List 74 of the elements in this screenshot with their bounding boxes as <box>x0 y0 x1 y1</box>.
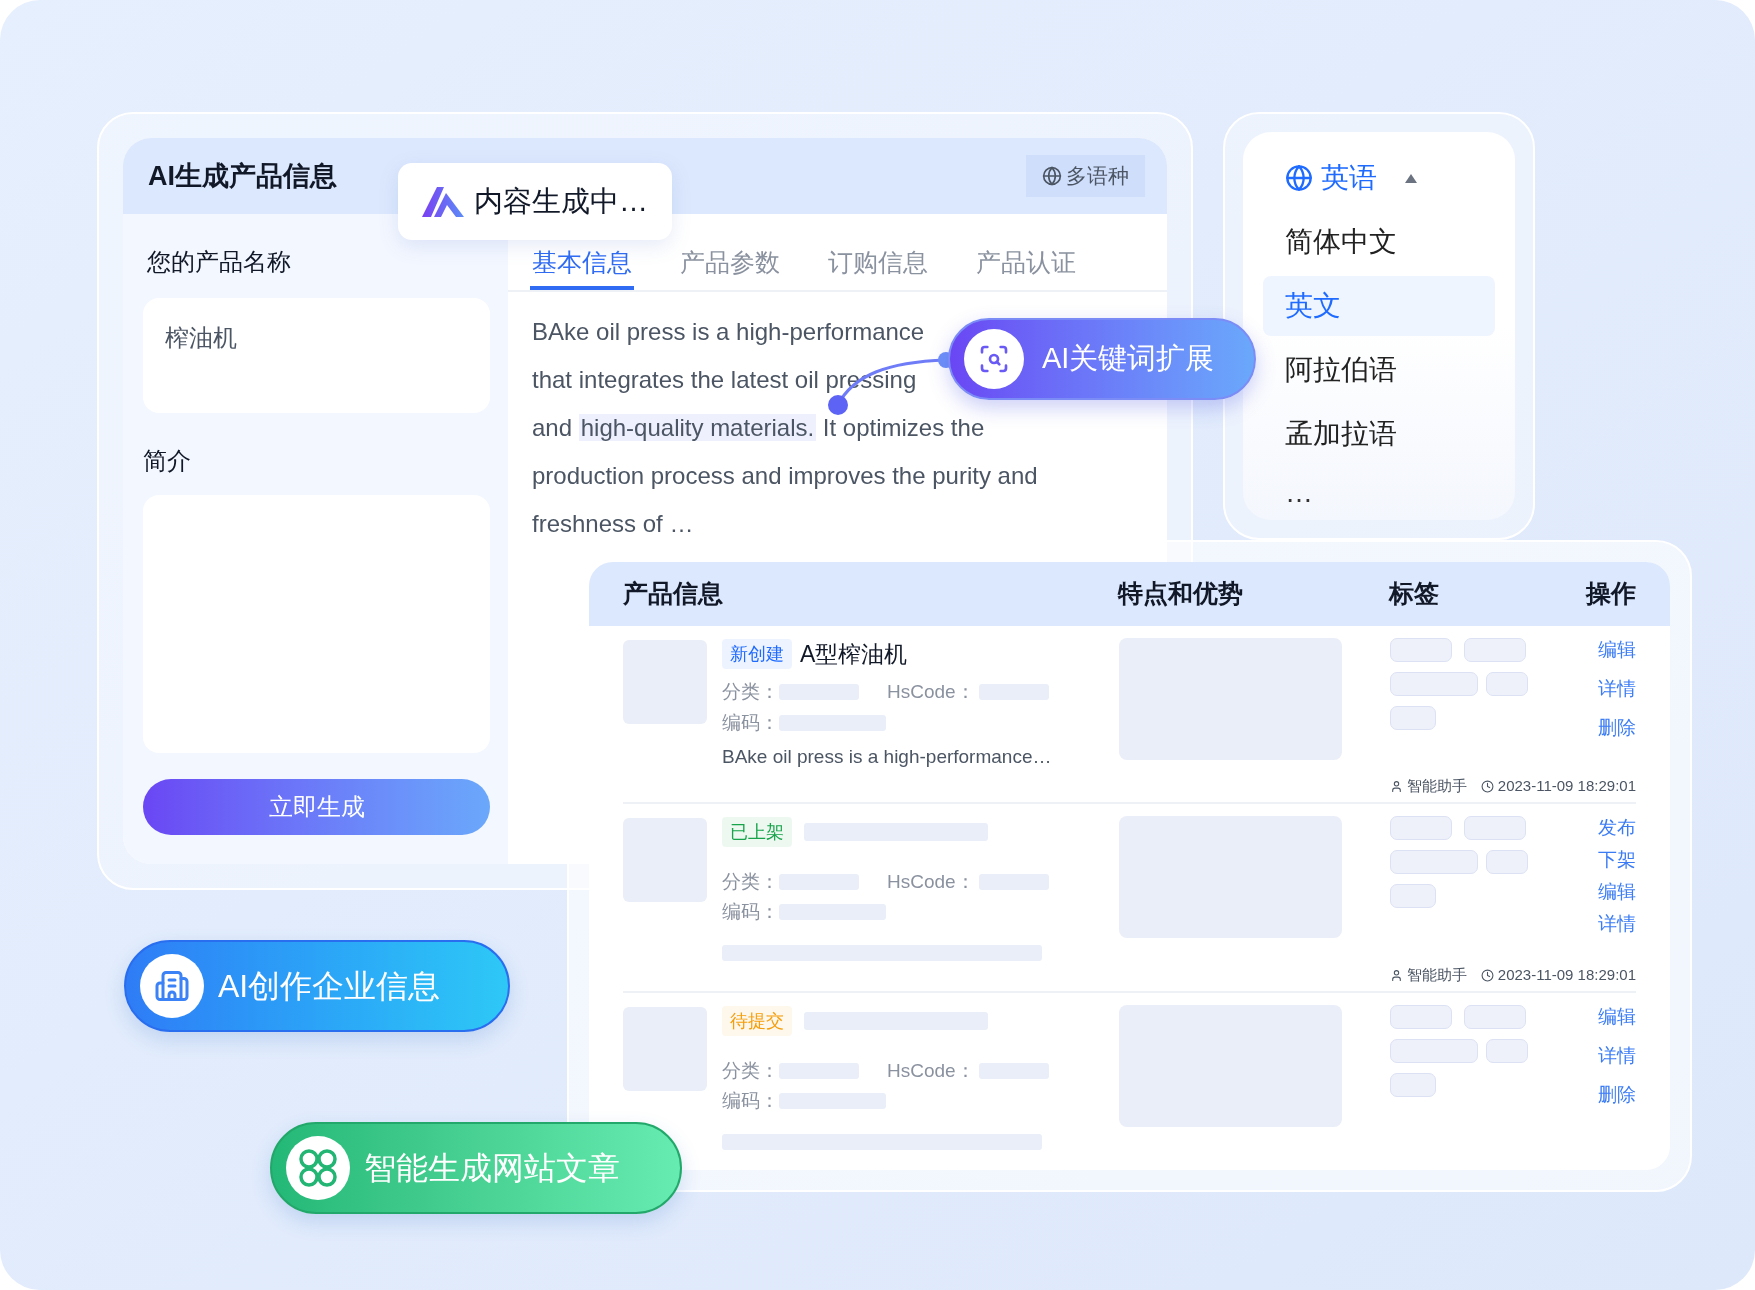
building-icon <box>140 954 204 1018</box>
more-indicator: … <box>1284 476 1314 510</box>
column-header: 标签 <box>1389 578 1440 610</box>
action-link[interactable]: 编辑 <box>1598 638 1636 662</box>
language-option[interactable]: 英文 <box>1263 276 1495 336</box>
tag-placeholder <box>1390 706 1436 730</box>
language-option[interactable]: 阿拉伯语 <box>1263 340 1495 400</box>
status-tag: 新创建 <box>722 639 792 669</box>
timestamp: 2023-11-09 18:29:01 <box>1497 776 1636 797</box>
field-label: 分类： <box>722 680 779 704</box>
field-label: 分类： <box>722 869 779 894</box>
keyword-badge[interactable]: AI关键词扩展 <box>948 318 1256 400</box>
status-tag: 已上架 <box>722 816 792 847</box>
tag-placeholder <box>1390 883 1436 908</box>
generate-button[interactable]: 立即生成 <box>143 779 490 835</box>
field-label: 简介 <box>143 446 192 476</box>
field-label: HsCode： <box>887 680 975 704</box>
tag-placeholder <box>1464 815 1526 840</box>
tag-placeholder <box>1464 638 1526 662</box>
language-button[interactable]: 多语种 <box>1026 155 1145 197</box>
tag-placeholder <box>1486 1038 1528 1063</box>
input-field[interactable]: 榨油机 <box>143 298 490 413</box>
clock-icon <box>1480 780 1494 793</box>
tab[interactable]: 订购信息 <box>826 244 930 290</box>
column-header: 特点和优势 <box>1118 578 1244 610</box>
search-icon <box>964 329 1024 389</box>
tab[interactable]: 基本信息 <box>530 244 634 290</box>
author-name: 智能助手 <box>1406 776 1467 797</box>
product-summary: BAke oil press is a high-performance… <box>722 745 1053 769</box>
column-header: 产品信息 <box>623 578 724 610</box>
clock-icon <box>1480 969 1494 982</box>
action-link[interactable]: 发布 <box>1598 815 1636 840</box>
current-language[interactable]: 英语 <box>1321 157 1377 199</box>
globe-icon <box>1042 166 1062 186</box>
tab[interactable]: 产品认证 <box>974 244 1078 290</box>
action-link[interactable]: 编辑 <box>1598 1004 1636 1029</box>
tag-placeholder <box>1390 815 1452 840</box>
field-label: 分类： <box>722 1058 779 1083</box>
user-icon <box>1389 780 1403 793</box>
panel-title: AI生成产品信息 <box>148 159 337 193</box>
caret-up-icon[interactable] <box>1405 173 1417 183</box>
globe-icon <box>1285 164 1313 192</box>
column-header: 操作 <box>1584 578 1636 610</box>
user-icon <box>1389 969 1403 982</box>
product-name: A型榨油机 <box>800 639 908 669</box>
clover-icon <box>286 1136 350 1200</box>
tag-placeholder <box>1390 638 1452 662</box>
language-option[interactable]: 简体中文 <box>1263 212 1495 272</box>
field-label: HsCode： <box>887 1058 975 1083</box>
field-label: HsCode： <box>887 869 975 894</box>
action-link[interactable]: 详情 <box>1598 1043 1636 1068</box>
status-tag: 待提交 <box>722 1005 792 1036</box>
tab[interactable]: 产品参数 <box>678 244 782 290</box>
logo-icon <box>422 186 464 217</box>
tag-placeholder <box>1486 849 1528 874</box>
tag-placeholder <box>1390 1004 1452 1029</box>
action-link[interactable]: 删除 <box>1598 716 1636 740</box>
action-link[interactable]: 编辑 <box>1598 879 1636 904</box>
feature-pill[interactable]: AI创作企业信息 <box>124 940 510 1032</box>
action-link[interactable]: 下架 <box>1598 847 1636 872</box>
field-label: 您的产品名称 <box>147 247 292 277</box>
action-link[interactable]: 详情 <box>1598 911 1636 936</box>
tag-placeholder <box>1390 1072 1436 1097</box>
language-option[interactable]: 孟加拉语 <box>1263 404 1495 464</box>
tag-placeholder <box>1464 1004 1526 1029</box>
action-link[interactable]: 详情 <box>1598 677 1636 701</box>
timestamp: 2023-11-09 18:29:01 <box>1497 965 1636 986</box>
tag-placeholder <box>1486 672 1528 696</box>
status-text: 内容生成中… <box>474 183 648 219</box>
field-label: 编码： <box>722 900 779 924</box>
field-label: 编码： <box>722 710 779 735</box>
author-name: 智能助手 <box>1406 965 1467 986</box>
action-link[interactable]: 删除 <box>1598 1082 1636 1107</box>
field-label: 编码： <box>722 1089 779 1113</box>
